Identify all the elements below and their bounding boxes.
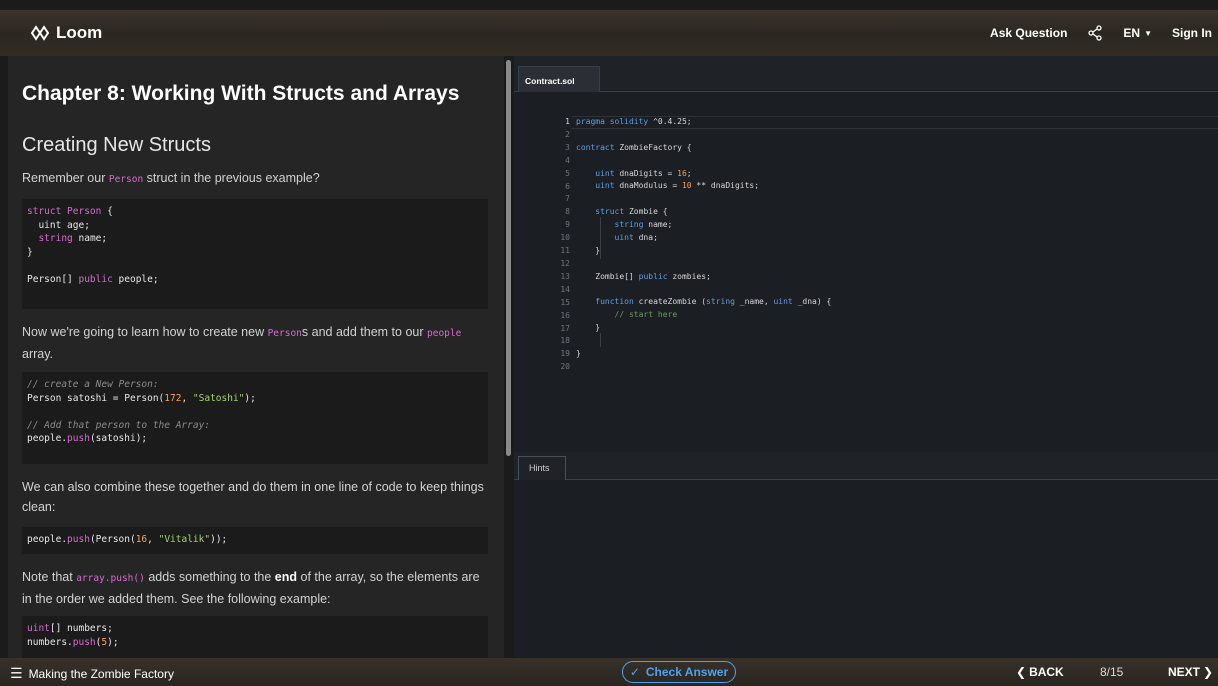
code-example-push: // create a New Person: Person satoshi =… <box>22 372 488 464</box>
top-nav: Ask Question EN ▼ Sign In <box>990 10 1212 56</box>
line-number: 3 <box>565 142 570 152</box>
code-example-oneline: people.push(Person(16, "Vitalik")); <box>22 527 488 554</box>
menu-icon: ☰ <box>10 665 23 681</box>
page-indicator: 8/15 <box>1100 665 1124 679</box>
hints-panel <box>514 480 1218 658</box>
code-input-area[interactable]: 1 2 3 4 5 6 7 8 9 10 11 12 13 14 15 16 17 18 19 20 pragma s… <box>514 92 1218 452</box>
hints-tab-bar: Hints <box>514 454 1218 480</box>
line-number: 11 <box>560 246 570 256</box>
lesson-paragraph-1: Remember our Person struct in the previo… <box>22 171 320 185</box>
line-number: 2 <box>565 129 570 139</box>
line-number: 8 <box>565 207 570 217</box>
chevron-down-icon: ▼ <box>1144 28 1152 38</box>
line-number: 15 <box>560 297 570 307</box>
line-number: 12 <box>560 258 570 268</box>
ask-question-link[interactable]: Ask Question <box>990 26 1067 40</box>
lesson-paragraph-4: Note that array.push() adds something to… <box>22 570 480 606</box>
code-editor: Contract.sol 1 2 3 4 5 6 7 8 9 10 11 12 13 14 15 16 17 18… <box>514 56 1218 658</box>
chapter-title: Chapter 8: Working With Structs and Arra… <box>22 82 460 105</box>
language-selector[interactable]: EN ▼ <box>1123 26 1152 40</box>
line-number: 17 <box>560 323 570 333</box>
back-label: BACK <box>1029 665 1064 679</box>
loom-logo[interactable]: Loom <box>30 23 102 43</box>
chapter-name: Making the Zombie Factory <box>28 666 174 681</box>
bottom-bar: ☰ Making the Zombie Factory ✓ Check Answ… <box>0 658 1218 686</box>
line-number: 10 <box>560 233 570 243</box>
chevron-right-icon: ❯ <box>1203 665 1214 679</box>
top-bar: Loom Ask Question EN ▼ Sign In <box>0 10 1218 56</box>
back-button[interactable]: ❮ BACK <box>1016 665 1064 679</box>
line-number: 13 <box>560 271 570 281</box>
checkmark-icon: ✓ <box>629 665 640 679</box>
code-example-numbers: uint[] numbers; numbers.push(5); <box>22 616 488 658</box>
line-number: 4 <box>565 155 570 165</box>
line-number: 6 <box>565 181 570 191</box>
check-answer-label: Check Answer <box>645 665 729 679</box>
code-example-struct: struct Person { uint age; string name; }… <box>22 199 488 309</box>
next-label: NEXT <box>1168 665 1201 679</box>
lesson-scrollbar[interactable] <box>506 60 511 456</box>
line-number: 14 <box>560 284 570 294</box>
line-number: 20 <box>560 362 570 372</box>
line-number: 5 <box>565 168 570 178</box>
line-number: 9 <box>565 220 570 230</box>
line-number: 16 <box>560 310 570 320</box>
code-text: pragma solidity ^0.4.25; contract Zombie… <box>576 117 832 359</box>
lesson-panel: Chapter 8: Working With Structs and Arra… <box>8 56 504 658</box>
section-title: Creating New Structs <box>22 134 211 156</box>
chevron-left-icon: ❮ <box>1016 665 1027 679</box>
line-number: 18 <box>560 336 570 346</box>
line-number: 1 <box>565 117 570 126</box>
lesson-paragraph-3: We can also combine these together and d… <box>22 480 484 514</box>
line-number: 7 <box>565 194 570 204</box>
loom-logo-icon <box>30 25 50 41</box>
line-number: 19 <box>560 349 570 359</box>
next-button[interactable]: NEXT ❯ <box>1168 665 1213 679</box>
share-icon[interactable] <box>1087 25 1103 41</box>
lesson-paragraph-2: Now we're going to learn how to create n… <box>22 325 462 361</box>
tab-contract-sol[interactable]: Contract.sol <box>518 66 600 92</box>
language-label: EN <box>1123 26 1141 40</box>
chapter-menu-button[interactable]: ☰ Making the Zombie Factory <box>10 665 174 682</box>
editor-tab-bar: Contract.sol <box>514 56 1218 92</box>
sign-in-link[interactable]: Sign In <box>1172 26 1212 40</box>
logo-text: Loom <box>56 23 103 42</box>
check-answer-button[interactable]: ✓ Check Answer <box>622 661 736 683</box>
line-numbers: 1 2 3 4 5 6 7 8 9 10 11 12 13 14 15 16 17 18 19 20 <box>530 116 570 374</box>
tab-hints[interactable]: Hints <box>518 456 566 480</box>
